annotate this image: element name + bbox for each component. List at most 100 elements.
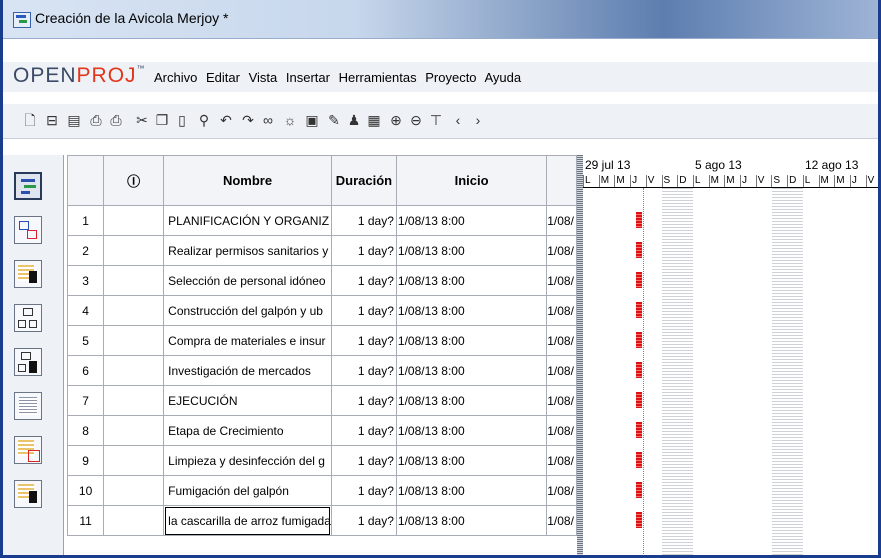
task-end-cell[interactable]: 1/08/ (546, 475, 577, 506)
task-duration-cell[interactable]: 1 day? (330, 385, 397, 416)
save-icon[interactable]: ▤ (67, 113, 81, 128)
new-file-icon[interactable]: 🗋 (23, 113, 37, 128)
resources-view-icon[interactable] (14, 260, 42, 288)
task-duration-cell[interactable]: 1 day? (330, 415, 397, 446)
menu-insertar[interactable]: Insertar (286, 70, 330, 85)
task-name-cell[interactable]: Compra de materiales e insur (163, 325, 332, 356)
task-start-cell[interactable]: 1/08/13 8:00 (395, 475, 548, 506)
table-row[interactable]: 6 Investigación de mercados 1 day? 1/08/13 … (66, 355, 577, 386)
row-number[interactable]: 5 (66, 325, 105, 356)
row-number[interactable]: 11 (66, 505, 105, 536)
task-bar[interactable] (636, 272, 642, 288)
row-indicator[interactable] (103, 475, 165, 506)
task-start-cell[interactable]: 1/08/13 8:00 (395, 295, 548, 326)
row-indicator[interactable] (103, 385, 165, 416)
task-info-icon[interactable]: ▣ (305, 113, 319, 128)
table-row[interactable]: 7 EJECUCIÓN 1 day? 1/08/13 8:00 1/08/ (66, 385, 577, 416)
row-indicator[interactable] (103, 505, 165, 536)
task-end-cell[interactable]: 1/08/ (546, 265, 577, 296)
row-number[interactable]: 8 (66, 415, 105, 446)
row-indicator[interactable] (103, 325, 165, 356)
gantt-view-icon[interactable] (14, 172, 42, 200)
table-row[interactable]: 11 la cascarilla de arroz fumigada 1 day? 1… (66, 505, 577, 536)
task-name-cell[interactable]: Selección de personal idóneo (163, 265, 332, 296)
task-name-cell[interactable]: Etapa de Crecimiento (163, 415, 332, 446)
task-duration-cell[interactable]: 1 day? (330, 265, 397, 296)
task-bar[interactable] (636, 242, 642, 258)
scroll-left-icon[interactable]: ‹ (451, 113, 465, 128)
col-header-fin[interactable] (546, 155, 577, 206)
task-name-cell[interactable]: PLANIFICACIÓN Y ORGANIZ (163, 205, 332, 236)
task-duration-cell[interactable]: 1 day? (330, 325, 397, 356)
notes-icon[interactable]: ✎ (327, 113, 341, 128)
row-indicator[interactable] (103, 235, 165, 266)
assign-resources-icon[interactable]: ▦ (367, 113, 381, 128)
table-row[interactable]: 4 Construcción del galpón y ub 1 day? 1/08/… (66, 295, 577, 326)
table-row[interactable]: 9 Limpieza y desinfección del g1 day? 1/08… (66, 445, 577, 476)
task-name-cell[interactable]: Limpieza y desinfección del g (163, 445, 332, 476)
print-preview-icon[interactable]: ⎙ (109, 113, 123, 128)
task-bar[interactable] (636, 332, 642, 348)
row-indicator[interactable] (103, 265, 165, 296)
col-header-number[interactable] (66, 155, 105, 206)
network-view-icon[interactable] (14, 216, 42, 244)
task-end-cell[interactable]: 1/08/ (546, 295, 577, 326)
menu-ayuda[interactable]: Ayuda (484, 70, 521, 85)
task-start-cell[interactable]: 1/08/13 8:00 (395, 325, 548, 356)
row-number[interactable]: 2 (66, 235, 105, 266)
task-start-cell[interactable]: 1/08/13 8:00 (395, 505, 548, 536)
task-duration-cell[interactable]: 1 day? (330, 235, 397, 266)
task-name-cell[interactable]: la cascarilla de arroz fumigada (163, 505, 332, 536)
col-header-nombre[interactable]: Nombre (163, 155, 332, 206)
task-bar[interactable] (636, 362, 642, 378)
table-row[interactable]: 8 Etapa de Crecimiento 1 day? 1/08/13 8:00 1… (66, 415, 577, 446)
menu-proyecto[interactable]: Proyecto (425, 70, 476, 85)
scroll-right-icon[interactable]: › (471, 113, 485, 128)
row-indicator[interactable] (103, 415, 165, 446)
link-icon[interactable]: ∞ (261, 113, 275, 128)
row-number[interactable]: 4 (66, 295, 105, 326)
table-row[interactable]: 3 Selección de personal idóneo 1 day? 1/08/… (66, 265, 577, 296)
row-number[interactable]: 6 (66, 355, 105, 386)
task-end-cell[interactable]: 1/08/ (546, 325, 577, 356)
table-row[interactable]: 10 Fumigación del galpón 1 day? 1/08/13 8:0… (66, 475, 577, 506)
row-number[interactable]: 3 (66, 265, 105, 296)
task-bar[interactable] (636, 302, 642, 318)
task-end-cell[interactable]: 1/08/ (546, 355, 577, 386)
task-start-cell[interactable]: 1/08/13 8:00 (395, 385, 548, 416)
task-name-cell[interactable]: EJECUCIÓN (163, 385, 332, 416)
task-start-cell[interactable]: 1/08/13 8:00 (395, 355, 548, 386)
filter-icon[interactable]: ⊤ (429, 113, 443, 128)
redo-icon[interactable]: ↷ (241, 113, 255, 128)
task-start-cell[interactable]: 1/08/13 8:00 (395, 415, 548, 446)
resource-icon[interactable]: ♟ (347, 113, 361, 128)
task-name-cell[interactable]: Investigación de mercados (163, 355, 332, 386)
row-indicator[interactable] (103, 205, 165, 236)
print-icon[interactable]: ⎙ (89, 113, 103, 128)
table-row[interactable]: 2 Realizar permisos sanitarios y1 day? 1/0… (66, 235, 577, 266)
unlink-icon[interactable]: ☼ (283, 113, 297, 128)
row-indicator[interactable] (103, 295, 165, 326)
row-number[interactable]: 1 (66, 205, 105, 236)
resource-usage-icon[interactable] (14, 480, 42, 508)
cut-icon[interactable]: ✂ (135, 113, 149, 128)
rbs-view-icon[interactable] (14, 348, 42, 376)
open-folder-icon[interactable]: ⊟ (45, 113, 59, 128)
undo-icon[interactable]: ↶ (219, 113, 233, 128)
row-number[interactable]: 7 (66, 385, 105, 416)
paste-icon[interactable]: ▯ (175, 113, 189, 128)
row-number[interactable]: 9 (66, 445, 105, 476)
col-header-indicators[interactable]: Ⓘ (103, 155, 165, 206)
task-usage-icon[interactable] (14, 436, 42, 464)
task-end-cell[interactable]: 1/08/ (546, 205, 577, 236)
row-indicator[interactable] (103, 355, 165, 386)
row-number[interactable]: 10 (66, 475, 105, 506)
task-end-cell[interactable]: 1/08/ (546, 415, 577, 446)
row-indicator[interactable] (103, 445, 165, 476)
task-duration-cell[interactable]: 1 day? (330, 475, 397, 506)
task-bar[interactable] (636, 452, 642, 468)
menu-archivo[interactable]: Archivo (154, 70, 197, 85)
table-row[interactable]: 5 Compra de materiales e insur 1 day? 1/08/… (66, 325, 577, 356)
task-bar[interactable] (636, 392, 642, 408)
task-duration-cell[interactable]: 1 day? (330, 445, 397, 476)
